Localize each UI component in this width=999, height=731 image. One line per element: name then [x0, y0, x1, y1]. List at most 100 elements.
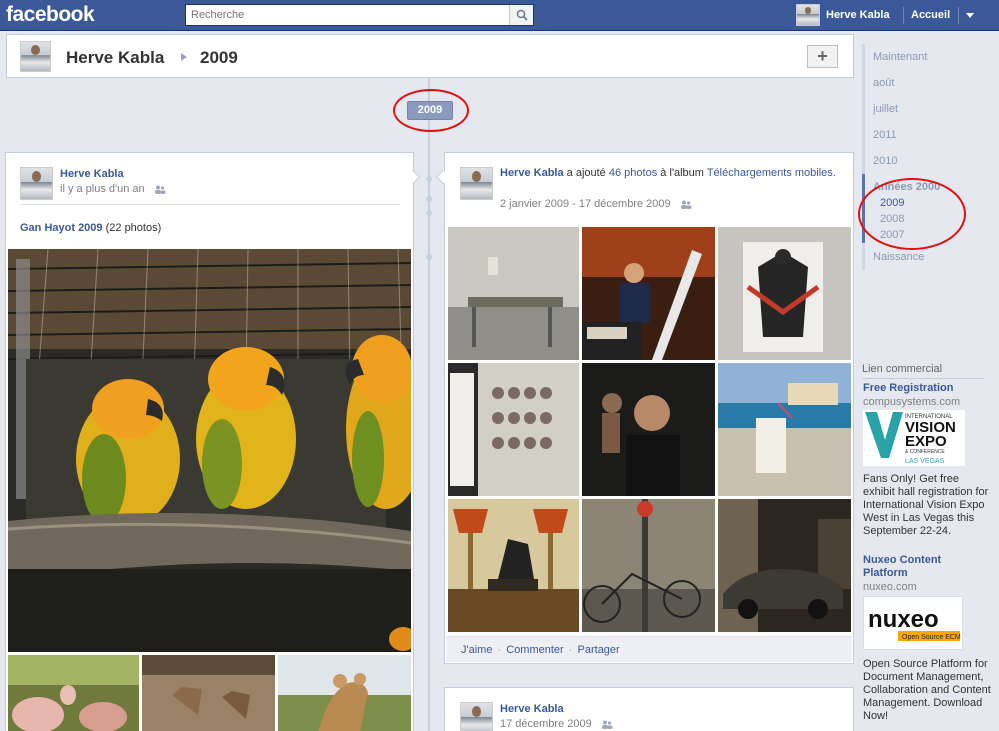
author-name-link[interactable]: Herve Kabla: [500, 167, 564, 179]
photo-thumb-lamps-statue[interactable]: [448, 499, 579, 632]
nav-2010[interactable]: 2010: [862, 148, 982, 174]
album-photo-deer[interactable]: [142, 655, 275, 731]
ad-logo-tagline: Open Source ECM: [902, 634, 961, 641]
vision-expo-logo: INTERNATIONAL VISION EXPO & CONFERENCE L…: [863, 410, 965, 466]
photo-thumb-poster-crowd[interactable]: [448, 363, 579, 496]
ad-title-link[interactable]: Nuxeo Content Platform: [863, 554, 983, 580]
deer-image: [142, 655, 275, 731]
photo-thumb-wall-poster[interactable]: [718, 227, 851, 360]
share-link[interactable]: Partager: [578, 644, 620, 656]
profile-name-link[interactable]: Herve Kabla: [66, 48, 164, 68]
album-photo-count: (22 photos): [105, 222, 162, 234]
friends-audience-icon[interactable]: [601, 720, 613, 729]
author-avatar[interactable]: [460, 167, 493, 200]
friends-audience-icon[interactable]: [154, 185, 166, 194]
poster-image: [718, 227, 851, 360]
photo-thumb-piano-player[interactable]: [582, 227, 715, 360]
profile-header: Herve Kabla 2009 +: [6, 34, 854, 78]
home-link[interactable]: Accueil: [911, 9, 950, 21]
comment-link[interactable]: Commenter: [506, 644, 563, 656]
divider: [903, 7, 904, 24]
ad-body: Fans Only! Get free exhibit hall registr…: [863, 473, 989, 537]
crowd-poster-image: [448, 363, 579, 496]
divider: [20, 204, 400, 205]
separator-dot: ·: [497, 644, 502, 656]
photo-thumb-car-at-night[interactable]: [718, 499, 851, 632]
parrots-image: [8, 249, 411, 652]
headline-album-prefix: à l'album: [660, 167, 704, 179]
separator-dot: ·: [568, 644, 573, 656]
album-name-link[interactable]: Téléchargements mobiles.: [707, 167, 836, 179]
nav-2011[interactable]: 2011: [862, 122, 982, 148]
nav-august[interactable]: août: [862, 70, 982, 96]
timeline-dot: [426, 254, 432, 260]
nav-now[interactable]: Maintenant: [862, 44, 982, 70]
album-photo-parrots[interactable]: [8, 249, 411, 652]
album-photo-giraffe[interactable]: [278, 655, 411, 731]
ad-url: nuxeo.com: [863, 581, 917, 593]
mobile-uploads-post-card: Herve Kabla a ajouté 46 photos à l'album…: [444, 152, 854, 664]
album-post-card: Herve Kabla il y a plus d'un an Gan Hayo…: [5, 152, 414, 731]
post-date-text[interactable]: 17 décembre 2009: [500, 718, 592, 730]
search-box: [185, 4, 534, 26]
post-date: 17 décembre 2009: [500, 718, 613, 730]
like-link[interactable]: J'aime: [461, 644, 492, 656]
office-image: [448, 227, 579, 360]
lamps-image: [448, 499, 579, 632]
ad-image-vision-expo[interactable]: INTERNATIONAL VISION EXPO & CONFERENCE L…: [863, 410, 965, 466]
photo-thumb-man-in-dark[interactable]: [582, 363, 715, 496]
timeline-dot: [426, 196, 432, 202]
author-avatar[interactable]: [460, 702, 493, 731]
photo-thumb-empty-office[interactable]: [448, 227, 579, 360]
post-date-text[interactable]: 2 janvier 2009 - 17 décembre 2009: [500, 198, 671, 210]
man-image: [582, 363, 715, 496]
photo-count-link[interactable]: 46 photos: [609, 167, 657, 179]
search-button[interactable]: [509, 5, 533, 25]
photo-thumb-pool-glass[interactable]: [718, 363, 851, 496]
author-name-link[interactable]: Herve Kabla: [500, 703, 564, 715]
headline-verb: a ajouté: [566, 167, 606, 179]
friends-audience-icon[interactable]: [680, 200, 692, 209]
breadcrumb-arrow-icon: [181, 53, 187, 61]
ad-logo-las-vegas: LAS VEGAS: [905, 458, 945, 465]
flamingos-image: [8, 655, 139, 731]
post-card: Herve Kabla 17 décembre 2009: [444, 687, 854, 731]
post-time: il y a plus d'un an: [60, 183, 166, 195]
search-input[interactable]: [186, 5, 508, 25]
post-time-text[interactable]: il y a plus d'un an: [60, 183, 145, 195]
breadcrumb-year: 2009: [200, 48, 238, 67]
album-photo-flamingos[interactable]: [8, 655, 139, 731]
ad-logo-expo: EXPO: [905, 433, 947, 450]
album-title-link[interactable]: Gan Hayot 2009: [20, 222, 103, 234]
add-button[interactable]: +: [807, 45, 838, 68]
piano-image: [582, 227, 715, 360]
facebook-logo[interactable]: facebook: [6, 3, 95, 27]
ad-logo-conference: & CONFERENCE: [905, 449, 945, 455]
album-title: Gan Hayot 2009 (22 photos): [20, 222, 161, 234]
nuxeo-logo: nuxeo Open Source ECM: [864, 597, 962, 649]
post-actions-bar: J'aime · Commenter · Partager: [446, 636, 852, 662]
post-headline: Herve Kabla a ajouté 46 photos à l'album…: [500, 166, 840, 180]
account-menu-icon[interactable]: [966, 13, 974, 18]
ad-url: compusystems.com: [863, 396, 961, 408]
annotation-circle: [858, 178, 966, 250]
bicycle-image: [582, 499, 715, 632]
search-icon: [516, 9, 528, 21]
timeline-sidebar: Maintenant août juillet 2011 2010 Années…: [862, 34, 999, 731]
user-name-link[interactable]: Herve Kabla: [826, 9, 890, 21]
divider: [862, 378, 984, 379]
top-navigation-bar: facebook Herve Kabla Accueil: [0, 0, 999, 31]
ad-image-nuxeo[interactable]: nuxeo Open Source ECM: [863, 596, 963, 650]
ad-title-link[interactable]: Free Registration: [863, 382, 983, 395]
sponsored-label: Lien commercial: [862, 363, 943, 375]
author-name-link[interactable]: Herve Kabla: [60, 168, 124, 180]
car-image: [718, 499, 851, 632]
user-avatar[interactable]: [796, 4, 820, 26]
nav-july[interactable]: juillet: [862, 96, 982, 122]
annotation-circle: [393, 89, 469, 132]
author-avatar[interactable]: [20, 167, 53, 200]
timeline-dot: [426, 210, 432, 216]
photo-thumb-bicycle-street[interactable]: [582, 499, 715, 632]
profile-avatar[interactable]: [20, 41, 51, 72]
giraffe-image: [278, 655, 411, 731]
